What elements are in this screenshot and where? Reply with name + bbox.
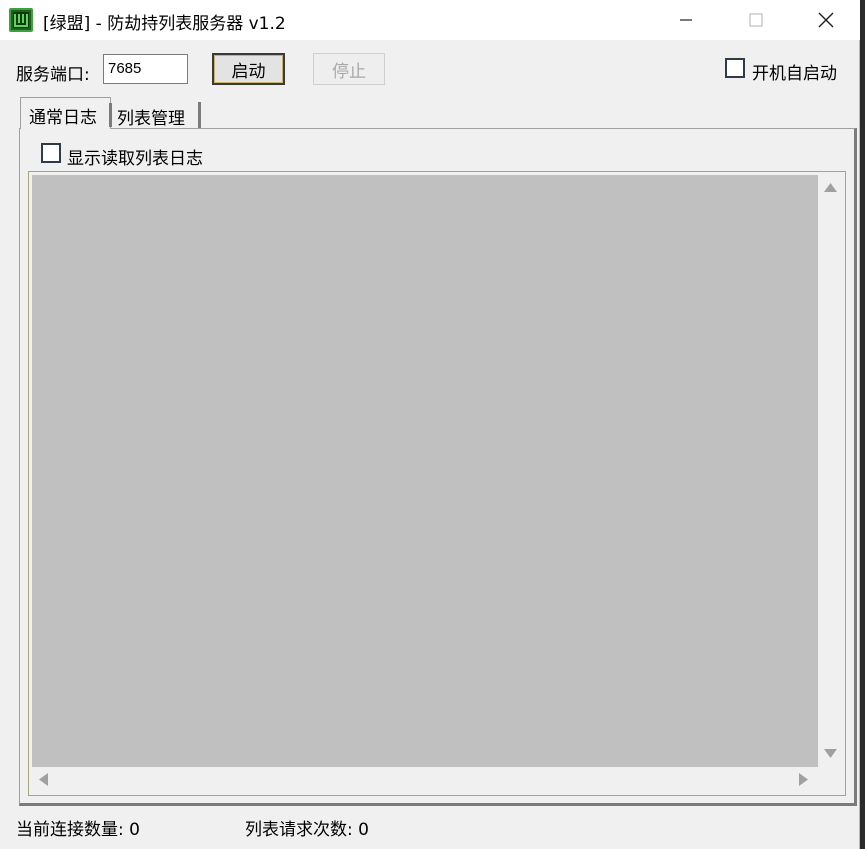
connection-count-status: 当前连接数量: 0 [16,820,140,840]
app-window: [绿盟] - 防劫持列表服务器 v1.2 服务端口: 7685 启动 停止 开机… [0,0,860,849]
close-button[interactable] [791,0,861,40]
scroll-down-icon[interactable] [824,749,837,759]
autostart-checkbox[interactable] [725,58,745,78]
title-bar[interactable]: [绿盟] - 防劫持列表服务器 v1.2 [0,0,860,40]
close-icon [818,12,834,28]
scroll-up-icon[interactable] [824,183,837,193]
vertical-scrollbar[interactable] [818,175,843,767]
log-text-area[interactable] [32,175,818,767]
stop-button[interactable]: 停止 [313,53,385,85]
scroll-right-icon[interactable] [799,773,809,786]
horizontal-scrollbar[interactable] [32,767,818,792]
show-read-list-log-label[interactable]: 显示读取列表日志 [67,144,203,169]
maximize-button[interactable] [721,0,791,40]
start-button[interactable]: 启动 [212,53,285,85]
scroll-left-icon[interactable] [39,773,49,786]
minimize-button[interactable] [651,0,721,40]
tab-list-management[interactable]: 列表管理 [111,102,201,129]
maximize-icon [749,13,763,27]
app-icon [9,8,33,32]
tab-separator [109,103,112,127]
background-strip [860,0,865,849]
minimize-icon [680,19,692,21]
tab-general-log[interactable]: 通常日志 [20,97,111,129]
list-request-count-status: 列表请求次数: 0 [245,820,369,840]
autostart-label[interactable]: 开机自启动 [752,59,837,84]
show-read-list-log-checkbox[interactable] [41,143,61,163]
port-input[interactable]: 7685 [103,54,188,84]
port-label: 服务端口: [16,65,90,85]
window-title: [绿盟] - 防劫持列表服务器 v1.2 [43,14,286,34]
